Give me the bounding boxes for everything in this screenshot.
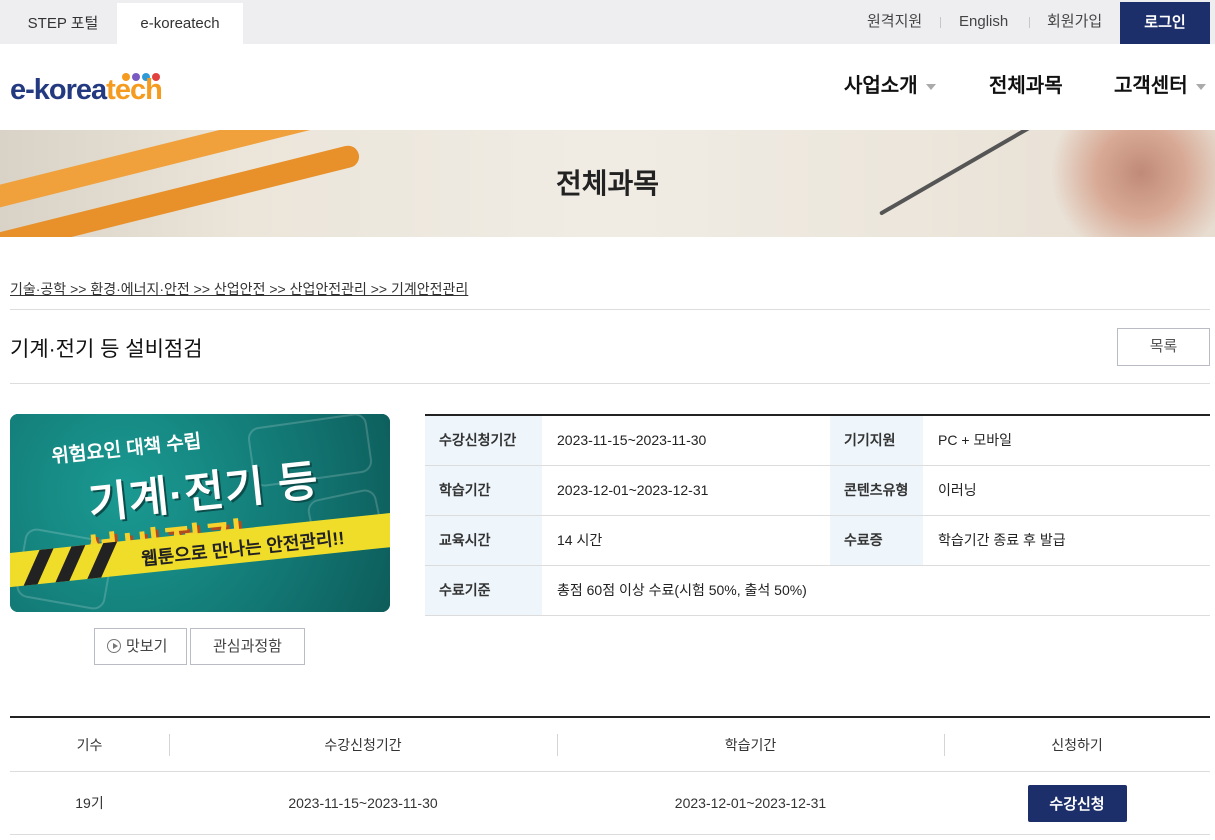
wishlist-button[interactable]: 관심과정함 (190, 628, 305, 665)
info-row: 수강신청기간 2023-11-15~2023-11-30 기기지원 PC + 모… (425, 416, 1210, 466)
info-value: 이러닝 (938, 482, 977, 498)
signup-link[interactable]: 회원가입 (1047, 0, 1102, 44)
info-value: 2023-11-15~2023-11-30 (557, 432, 707, 448)
info-value: PC + 모바일 (938, 432, 1013, 448)
info-row: 학습기간 2023-12-01~2023-12-31 콘텐츠유형 이러닝 (425, 466, 1210, 516)
divider (1029, 17, 1030, 28)
info-label: 교육시간 (425, 516, 542, 565)
info-label: 기기지원 (830, 416, 923, 465)
nav-customer-center[interactable]: 고객센터 (1114, 70, 1206, 102)
info-label: 수강신청기간 (425, 416, 542, 465)
info-row: 수료기준 총점 60점 이상 수료(시험 50%, 출석 50%) (425, 566, 1210, 616)
site-logo[interactable]: e-koreatech (10, 66, 170, 108)
top-utility-bar: STEP 포털 e-koreatech 원격지원 English 회원가입 로그… (0, 0, 1215, 44)
divider (10, 309, 1210, 310)
divider (10, 383, 1210, 384)
nav-business-intro[interactable]: 사업소개 (844, 70, 936, 102)
course-info-table: 수강신청기간 2023-11-15~2023-11-30 기기지원 PC + 모… (425, 414, 1210, 616)
play-icon (107, 639, 121, 654)
info-label: 콘텐츠유형 (830, 466, 923, 515)
enroll-button[interactable]: 수강신청 (1027, 784, 1127, 822)
info-label: 수료증 (830, 516, 923, 565)
chevron-down-icon (1195, 83, 1206, 90)
info-label: 수료기준 (425, 566, 542, 615)
column-header-apply: 신청하기 (1051, 736, 1103, 753)
course-thumbnail: 위험요인 대책 수립 기계·전기 등 설비점검 웹툰으로 만나는 안전관리!! (10, 414, 390, 612)
info-value: 총점 60점 이상 수료(시험 50%, 출석 50%) (557, 582, 807, 598)
preview-button[interactable]: 맛보기 (94, 628, 187, 665)
remote-support-link[interactable]: 원격지원 (867, 0, 922, 44)
logo-text: e-koreatech (10, 74, 163, 106)
tab-step-portal[interactable]: STEP 포털 (10, 3, 116, 44)
schedule-table: 기수 수강신청기간 학습기간 신청하기 19기 2023-11-15~2023-… (10, 716, 1210, 835)
english-link[interactable]: English (959, 0, 1008, 44)
course-title: 기계·전기 등 설비점검 (10, 338, 203, 361)
table-header: 기수 수강신청기간 학습기간 신청하기 (10, 718, 1210, 772)
apply-cell: 수강신청 (944, 772, 1210, 834)
list-button[interactable]: 목록 (1117, 328, 1210, 366)
info-label: 학습기간 (425, 466, 542, 515)
info-value: 학습기간 종료 후 발급 (938, 532, 1066, 548)
column-header-apply-period: 수강신청기간 (324, 736, 402, 753)
nav-all-courses[interactable]: 전체과목 (989, 70, 1063, 102)
login-button[interactable]: 로그인 (1120, 2, 1210, 44)
term-cell: 19기 (75, 795, 104, 811)
chevron-down-icon (925, 83, 936, 90)
apply-period-cell: 2023-11-15~2023-11-30 (288, 795, 438, 811)
table-row: 19기 2023-11-15~2023-11-30 2023-12-01~202… (10, 772, 1210, 835)
info-row: 교육시간 14 시간 수료증 학습기간 종료 후 발급 (425, 516, 1210, 566)
column-header-study-period: 학습기간 (724, 736, 777, 753)
column-header-term: 기수 (76, 736, 103, 753)
breadcrumb[interactable]: 기술·공학 >> 환경·에너지·안전 >> 산업안전 >> 산업안전관리 >> … (10, 279, 468, 299)
page-title: 전체과목 (555, 168, 660, 199)
info-value: 14 시간 (557, 532, 603, 548)
study-period-cell: 2023-12-01~2023-12-31 (674, 795, 827, 811)
divider (940, 17, 941, 28)
page-banner: 전체과목 (0, 130, 1215, 237)
tab-e-koreatech[interactable]: e-koreatech (117, 3, 243, 44)
info-value: 2023-12-01~2023-12-31 (557, 482, 709, 498)
